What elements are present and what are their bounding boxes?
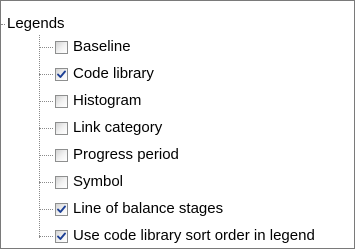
link-category-checkbox[interactable] [55, 121, 68, 135]
tree-item-code-library[interactable]: Code library [39, 62, 154, 86]
tree-item-histogram[interactable]: Histogram [39, 89, 141, 113]
baseline-label: Baseline [73, 38, 131, 55]
tree-item-progress-period[interactable]: Progress period [39, 143, 179, 167]
symbol-label: Symbol [73, 173, 124, 190]
symbol-checkbox[interactable] [55, 175, 68, 189]
tree-item-symbol[interactable]: Symbol [39, 170, 123, 194]
checkmark-icon [57, 232, 66, 240]
link-category-label: Link category [73, 119, 163, 136]
tree-root-connector [1, 24, 5, 25]
histogram-checkbox[interactable] [55, 94, 68, 108]
tree-item-line-of-balance-stages[interactable]: Line of balance stages [39, 197, 223, 221]
line-of-balance-stages-checkbox[interactable] [55, 202, 68, 216]
tree-node-legends[interactable]: Legends [7, 14, 65, 34]
checkmark-icon [57, 70, 66, 78]
progress-period-checkbox[interactable] [55, 148, 68, 162]
histogram-label: Histogram [73, 92, 142, 109]
line-of-balance-stages-label: Line of balance stages [73, 200, 224, 217]
use-code-library-sort-order-label: Use code library sort order in legend [73, 227, 315, 244]
legends-tree-panel: Legends Baseline Code library Histogram … [0, 0, 355, 249]
progress-period-label: Progress period [73, 146, 179, 163]
checkmark-icon [57, 205, 66, 213]
use-code-library-sort-order-checkbox[interactable] [55, 229, 68, 243]
tree-item-use-code-library-sort-order[interactable]: Use code library sort order in legend [39, 224, 315, 248]
baseline-checkbox[interactable] [55, 40, 68, 54]
code-library-checkbox[interactable] [55, 67, 68, 81]
tree-item-link-category[interactable]: Link category [39, 116, 162, 140]
tree-item-baseline[interactable]: Baseline [39, 35, 131, 59]
code-library-label: Code library [73, 65, 154, 82]
